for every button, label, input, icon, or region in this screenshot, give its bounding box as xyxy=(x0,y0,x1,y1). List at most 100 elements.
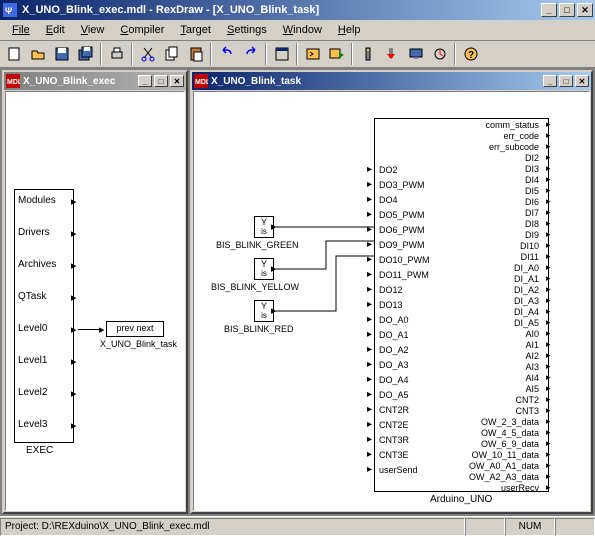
arduino-port-CNT2R: CNT2R xyxy=(379,405,409,415)
arduino-port-DI2: DI2 xyxy=(469,153,539,163)
port-level1: Level1 xyxy=(18,355,47,366)
tb-new[interactable] xyxy=(2,43,25,65)
arduino-port-DO_A0: DO_A0 xyxy=(379,315,409,325)
tb-cut[interactable] xyxy=(136,43,159,65)
arduino-port-CNT2: CNT2 xyxy=(469,395,539,405)
arduino-port-CNT3R: CNT3R xyxy=(379,435,409,445)
tb-diag[interactable] xyxy=(428,43,451,65)
tb-open[interactable] xyxy=(26,43,49,65)
arduino-port-err_subcode: err_subcode xyxy=(469,142,539,152)
arduino-port-DO3_PWM: DO3_PWM xyxy=(379,180,425,190)
port-level3: Level3 xyxy=(18,419,47,430)
arduino-port-DI4: DI4 xyxy=(469,175,539,185)
tb-connect[interactable] xyxy=(356,43,379,65)
arduino-port-OW_A0_A1_data: OW_A0_A1_data xyxy=(469,461,539,471)
tb-save[interactable] xyxy=(50,43,73,65)
arduino-port-DI_A4: DI_A4 xyxy=(469,307,539,317)
child-close-exec[interactable]: ✕ xyxy=(170,75,184,87)
arduino-port-DI7: DI7 xyxy=(469,208,539,218)
arduino-port-DI_A0: DI_A0 xyxy=(469,263,539,273)
child-window-exec: MDL X_UNO_Blink_exec _ □ ✕ EXEC Modules … xyxy=(2,70,188,514)
tb-compile[interactable] xyxy=(301,43,324,65)
arduino-port-AI4: AI4 xyxy=(469,373,539,383)
status-project: Project: D:\REXduino\X_UNO_Blink_exec.md… xyxy=(0,518,465,536)
arduino-port-AI0: AI0 xyxy=(469,329,539,339)
menu-window[interactable]: Window xyxy=(275,22,330,38)
arduino-port-DI6: DI6 xyxy=(469,197,539,207)
maximize-button[interactable]: □ xyxy=(559,3,575,17)
child-max-exec[interactable]: □ xyxy=(154,75,168,87)
arduino-port-DO5_PWM: DO5_PWM xyxy=(379,210,425,220)
tb-print[interactable] xyxy=(105,43,128,65)
menu-edit[interactable]: Edit xyxy=(38,22,73,38)
minimize-button[interactable]: _ xyxy=(541,3,557,17)
arduino-port-DO2: DO2 xyxy=(379,165,398,175)
svg-text:MDL: MDL xyxy=(7,79,20,86)
menu-view[interactable]: View xyxy=(73,22,113,38)
menu-compiler[interactable]: Compiler xyxy=(112,22,172,38)
child-min-task[interactable]: _ xyxy=(543,75,557,87)
arduino-port-err_code: err_code xyxy=(469,131,539,141)
arduino-port-AI1: AI1 xyxy=(469,340,539,350)
mdi-client-area: MDL X_UNO_Blink_exec _ □ ✕ EXEC Modules … xyxy=(0,68,595,516)
menu-help[interactable]: Help xyxy=(330,22,369,38)
arduino-port-DI11: DI11 xyxy=(469,252,539,262)
port-archives: Archives xyxy=(18,259,56,270)
tb-download[interactable] xyxy=(380,43,403,65)
arduino-port-DO12: DO12 xyxy=(379,285,403,295)
child-max-task[interactable]: □ xyxy=(559,75,573,87)
tb-paste[interactable] xyxy=(184,43,207,65)
tb-copy[interactable] xyxy=(160,43,183,65)
arduino-port-DI5: DI5 xyxy=(469,186,539,196)
svg-text:MDL: MDL xyxy=(195,79,208,86)
arduino-port-DI8: DI8 xyxy=(469,219,539,229)
tb-help[interactable]: ? xyxy=(459,43,482,65)
app-icon: Ψ xyxy=(2,2,18,18)
menubar: File Edit View Compiler Target Settings … xyxy=(0,20,595,41)
child-close-task[interactable]: ✕ xyxy=(575,75,589,87)
bis-red-label: BIS_BLINK_RED xyxy=(224,324,294,334)
arduino-port-DO4: DO4 xyxy=(379,195,398,205)
child-min-exec[interactable]: _ xyxy=(138,75,152,87)
tb-undo[interactable] xyxy=(215,43,238,65)
menu-file[interactable]: File xyxy=(4,22,38,38)
port-modules: Modules xyxy=(18,195,56,206)
task-link-box[interactable]: prev next xyxy=(106,321,164,337)
arduino-port-DI_A5: DI_A5 xyxy=(469,318,539,328)
arduino-port-AI2: AI2 xyxy=(469,351,539,361)
toolbar: ? xyxy=(0,41,595,68)
status-empty1 xyxy=(465,518,505,536)
arduino-port-DI3: DI3 xyxy=(469,164,539,174)
tb-compile-run[interactable] xyxy=(325,43,348,65)
canvas-exec[interactable]: EXEC Modules Drivers Archives QTask Leve… xyxy=(5,91,185,511)
arduino-port-OW_6_9_data: OW_6_9_data xyxy=(469,439,539,449)
menu-settings[interactable]: Settings xyxy=(219,22,275,38)
arduino-port-DO9_PWM: DO9_PWM xyxy=(379,240,425,250)
statusbar: Project: D:\REXduino\X_UNO_Blink_exec.md… xyxy=(0,516,595,536)
child-titlebar-exec[interactable]: MDL X_UNO_Blink_exec _ □ ✕ xyxy=(4,72,186,90)
arduino-port-OW_2_3_data: OW_2_3_data xyxy=(469,417,539,427)
tb-saveall[interactable] xyxy=(74,43,97,65)
arduino-port-OW_A2_A3_data: OW_A2_A3_data xyxy=(469,472,539,482)
tb-browse[interactable] xyxy=(270,43,293,65)
arduino-port-DO_A2: DO_A2 xyxy=(379,345,409,355)
child-titlebar-task[interactable]: MDL X_UNO_Blink_task _ □ ✕ xyxy=(192,72,591,90)
arduino-port-userSend: userSend xyxy=(379,465,418,475)
arduino-port-OW_4_5_data: OW_4_5_data xyxy=(469,428,539,438)
arduino-port-DO10_PWM: DO10_PWM xyxy=(379,255,430,265)
close-button[interactable]: ✕ xyxy=(577,3,593,17)
port-level2: Level2 xyxy=(18,387,47,398)
menu-target[interactable]: Target xyxy=(172,22,219,38)
tb-monitor[interactable] xyxy=(404,43,427,65)
canvas-task[interactable]: Y is ▸ BIS_BLINK_GREEN Y is ▸ BIS_BLINK_… xyxy=(193,91,590,511)
tb-redo[interactable] xyxy=(239,43,262,65)
arduino-port-userRecv: userRecv xyxy=(469,483,539,493)
arduino-port-DO_A4: DO_A4 xyxy=(379,375,409,385)
svg-text:Ψ: Ψ xyxy=(5,6,12,16)
arduino-port-DO13: DO13 xyxy=(379,300,403,310)
arduino-port-AI3: AI3 xyxy=(469,362,539,372)
arduino-port-comm_status: comm_status xyxy=(469,120,539,130)
port-level0: Level0 xyxy=(18,323,47,334)
arduino-port-AI5: AI5 xyxy=(469,384,539,394)
arduino-port-CNT3E: CNT3E xyxy=(379,450,409,460)
